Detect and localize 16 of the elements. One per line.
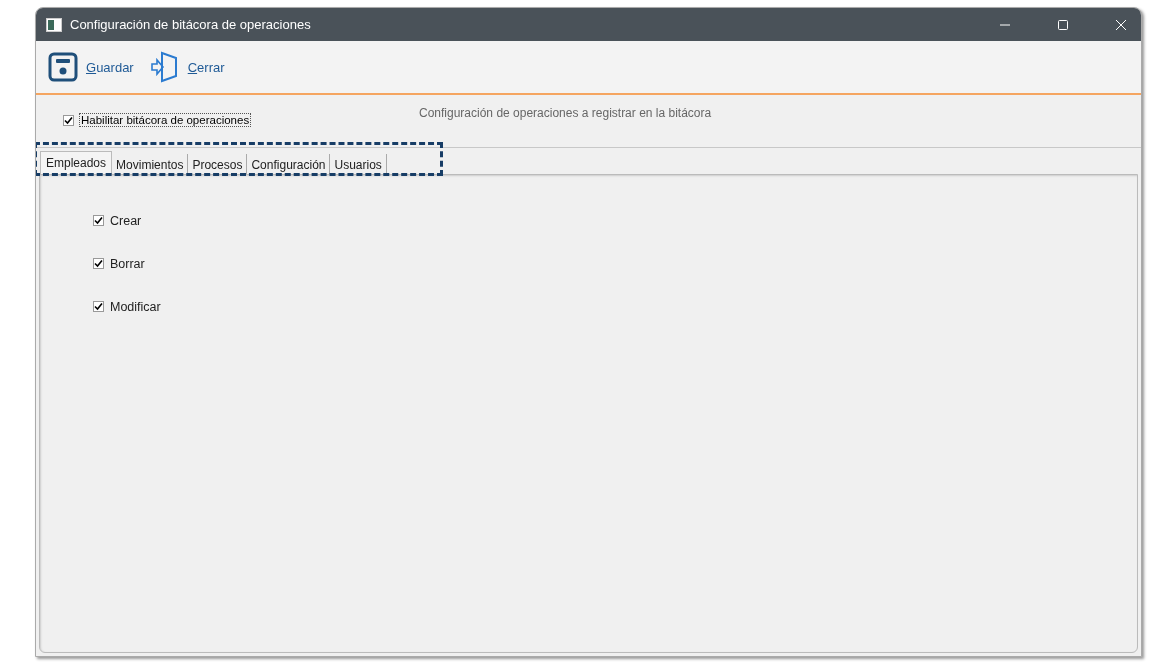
window-title: Configuración de bitácora de operaciones [70, 17, 311, 32]
checkbox-label: Crear [110, 213, 142, 228]
door-arrow-icon [149, 50, 180, 84]
checkbox-label: Modificar [110, 299, 161, 314]
section-header: Configuración de operaciones a registrar en la bitácora [419, 106, 712, 120]
checkbox[interactable] [93, 301, 104, 312]
checkbox[interactable] [93, 258, 104, 269]
app-icon [46, 17, 62, 32]
tab[interactable]: Empleados [40, 151, 113, 174]
close-icon[interactable] [1115, 18, 1127, 31]
checkbox[interactable] [93, 215, 104, 226]
toolbar-link[interactable]: Cerrar [149, 50, 225, 84]
maximize-icon[interactable] [1057, 18, 1069, 31]
checkbox[interactable] [63, 114, 74, 126]
checkbox-label: Borrar [110, 256, 145, 271]
toolbar-link[interactable]: Guardar [48, 52, 134, 82]
